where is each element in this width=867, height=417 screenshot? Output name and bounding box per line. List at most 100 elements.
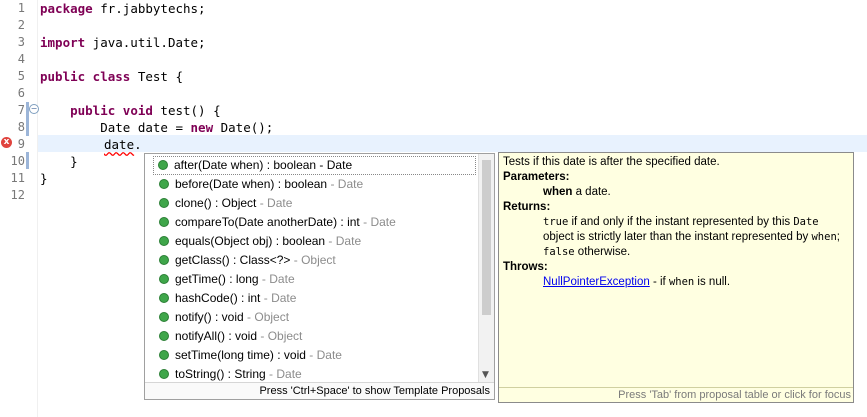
proposal-separator: - [258,272,270,286]
proposal-owner: Date [269,272,295,286]
proposal-signature: setTime(long time) : void [175,348,306,362]
proposal-item-selected[interactable]: after(Date when) : boolean - Date [153,156,476,175]
line-number: 12 [10,188,25,202]
error-token: date [104,137,135,152]
proposal-item[interactable]: hashCode() : int - Date [145,289,478,308]
fold-collapse-icon[interactable]: − [29,104,39,114]
proposal-separator: - [305,348,317,362]
line-number: 4 [17,52,25,66]
keyword: import [40,35,86,50]
keyword: public class [40,69,131,84]
code-line-1[interactable]: package fr.jabbytechs; [40,0,206,17]
javadoc-code: true [543,216,569,228]
code-text: } [40,154,78,169]
proposal-item[interactable]: clone() : Object - Date [145,194,478,213]
proposal-status-bar: Press 'Ctrl+Space' to show Template Prop… [145,382,494,399]
proposal-owner: Date [326,158,353,172]
proposal-separator: - [316,158,327,172]
javadoc-summary: Tests if this date is after the specifie… [503,156,720,168]
proposal-scrollbar[interactable]: ▼ [478,154,494,384]
public-method-icon [159,349,169,360]
nullpointerexception-link[interactable]: NullPointerException [543,276,650,288]
code-text: Date date = [40,120,191,135]
javadoc-hover[interactable]: Tests if this date is after the specifie… [498,152,854,403]
proposal-item[interactable]: notify() : void - Object [145,308,478,327]
proposal-item[interactable]: equals(Object obj) : boolean - Date [145,232,478,251]
error-marker-icon[interactable]: x [1,137,12,148]
public-method-icon [159,368,169,379]
javadoc-returns-label: Returns: [503,201,551,213]
proposal-owner: Date [337,177,364,191]
code-line-8[interactable]: Date date = new Date(); [40,119,273,136]
keyword: public void [70,103,153,118]
scroll-down-arrow-icon[interactable]: ▼ [482,370,489,380]
public-method-icon [159,235,169,246]
template-proposals-hint: Press 'Ctrl+Space' to show Template Prop… [259,385,490,397]
scrollbar-thumb[interactable] [482,160,491,315]
code-line-11[interactable]: } [40,170,48,187]
code-text: Test { [130,69,183,84]
proposal-owner: Date [335,234,362,248]
public-method-icon [159,254,169,265]
code-line-10[interactable]: } [40,153,78,170]
public-method-icon [158,159,168,170]
proposal-separator: - [327,177,338,191]
line-number: 5 [17,69,25,83]
code-text: java.util.Date; [85,35,206,50]
javadoc-code: when [811,231,837,243]
proposal-item[interactable]: before(Date when) : boolean - Date [145,175,478,194]
javadoc-status-bar: Press 'Tab' from proposal table or click… [499,387,853,402]
code-text: test() { [152,103,221,118]
proposal-owner: Date [271,291,297,305]
proposal-signature: clone() : Object [175,196,257,210]
public-method-icon [159,178,169,189]
proposal-owner: Date [316,348,342,362]
javadoc-parameters-label: Parameters: [503,171,570,183]
change-bar [26,152,29,169]
proposal-item[interactable]: compareTo(Date anotherDate) : int - Date [145,213,478,232]
proposal-signature: equals(Object obj) : boolean [175,234,326,248]
proposal-owner: Date [267,196,293,210]
javadoc-code: when [668,276,695,288]
public-method-icon [159,311,169,322]
line-number: 1 [17,1,25,15]
proposal-list[interactable]: after(Date when) : boolean - Date before… [145,154,478,384]
public-method-icon [159,197,169,208]
javadoc-text: is null. [694,276,731,288]
public-method-icon [159,330,169,341]
proposal-item[interactable]: setTime(long time) : void - Date [145,346,478,365]
javadoc-text: - if [649,276,669,288]
javadoc-text: if and only if the instant represented b… [568,216,794,228]
proposal-signature: after(Date when) : boolean [174,158,317,172]
code-text: fr.jabbytechs; [92,1,206,16]
content-assist-popup[interactable]: after(Date when) : boolean - Date before… [144,153,495,400]
javadoc-throws-label: Throws: [503,261,548,273]
keyword: new [190,120,214,135]
proposal-signature: notifyAll() : void [175,329,258,343]
proposal-owner: Date [370,215,396,229]
line-number: 2 [17,18,25,32]
public-method-icon [159,292,169,303]
proposal-separator: - [257,329,268,343]
proposal-separator: - [256,196,268,210]
code-text: } [40,171,48,186]
current-line-highlight [38,135,867,152]
line-number: 10 [10,154,25,168]
javadoc-text: object is strictly later than the instan… [543,231,812,243]
proposal-item[interactable]: notifyAll() : void - Object [145,327,478,346]
code-line-5[interactable]: public class Test { [40,68,183,85]
public-method-icon [159,273,169,284]
proposal-signature: compareTo(Date anotherDate) : int [175,215,360,229]
proposal-separator: - [325,234,336,248]
code-line-7[interactable]: public void test() { [40,102,221,119]
proposal-signature: getTime() : long [175,272,259,286]
code-line-3[interactable]: import java.util.Date; [40,34,206,51]
proposal-separator: - [265,367,277,381]
code-line-9[interactable]: date. [104,136,142,153]
proposal-signature: getClass() : Class<?> [175,253,291,267]
proposal-item[interactable]: getTime() : long - Date [145,270,478,289]
proposal-item[interactable]: getClass() : Class<?> - Object [145,251,478,270]
proposal-signature: before(Date when) : boolean [175,177,328,191]
proposal-owner: Object [254,310,290,324]
